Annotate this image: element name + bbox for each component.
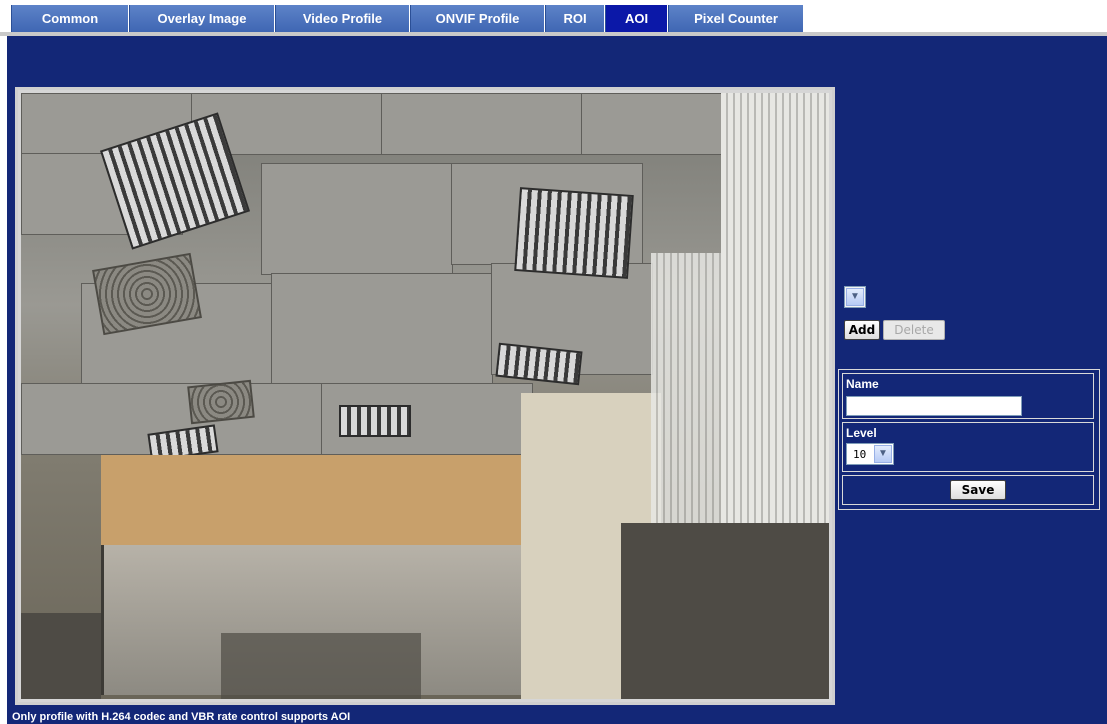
- chevron-down-icon[interactable]: ▼: [846, 288, 864, 306]
- tab-common[interactable]: Common: [11, 5, 129, 32]
- tabs: Common Overlay Image Video Profile ONVIF…: [11, 5, 804, 32]
- level-value: 10: [853, 448, 867, 461]
- save-button[interactable]: Save: [950, 480, 1006, 500]
- camera-image[interactable]: [21, 93, 829, 699]
- name-label: Name: [846, 377, 879, 391]
- chevron-down-icon[interactable]: ▼: [874, 445, 892, 463]
- delete-button[interactable]: Delete: [883, 320, 945, 340]
- tab-overlay-image[interactable]: Overlay Image: [129, 5, 275, 32]
- video-preview[interactable]: [15, 87, 835, 705]
- aoi-properties: Name Level 10 ▼ Save: [838, 369, 1100, 510]
- save-cell: Save: [842, 475, 1094, 505]
- level-select[interactable]: 10 ▼: [846, 443, 894, 465]
- name-input[interactable]: [846, 396, 1022, 416]
- name-cell: Name: [842, 373, 1094, 419]
- tab-bar: Common Overlay Image Video Profile ONVIF…: [0, 0, 1107, 36]
- tab-onvif-profile[interactable]: ONVIF Profile: [410, 5, 545, 32]
- aoi-region-select[interactable]: ▼: [844, 286, 866, 308]
- level-label: Level: [846, 426, 877, 440]
- aoi-note: Only profile with H.264 codec and VBR ra…: [12, 711, 351, 723]
- tab-roi[interactable]: ROI: [545, 5, 605, 32]
- level-cell: Level 10 ▼: [842, 422, 1094, 472]
- tab-video-profile[interactable]: Video Profile: [275, 5, 410, 32]
- tab-pixel-counter[interactable]: Pixel Counter: [668, 5, 804, 32]
- tab-aoi[interactable]: AOI: [605, 5, 668, 32]
- add-button[interactable]: Add: [844, 320, 880, 340]
